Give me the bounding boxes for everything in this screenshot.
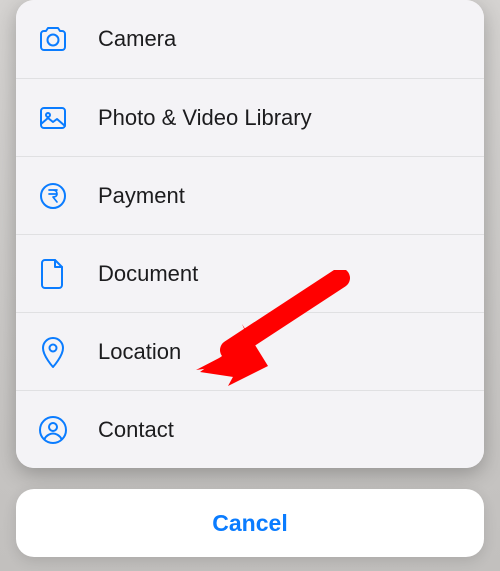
menu-item-label: Contact [98,417,174,443]
menu-item-payment[interactable]: Payment [16,156,484,234]
document-icon [36,257,70,291]
photo-icon [36,101,70,135]
menu-item-contact[interactable]: Contact [16,390,484,468]
menu-item-camera[interactable]: Camera [16,0,484,78]
location-icon [36,335,70,369]
menu-item-location[interactable]: Location [16,312,484,390]
menu-item-photo-video[interactable]: Photo & Video Library [16,78,484,156]
menu-item-label: Document [98,261,198,287]
menu-item-label: Location [98,339,181,365]
cancel-wrap: Cancel [16,489,484,557]
payment-icon [36,179,70,213]
action-sheet: Camera Photo & Video Library Payment [16,0,484,468]
menu-item-label: Camera [98,26,176,52]
camera-icon [36,22,70,56]
contact-icon [36,413,70,447]
menu-item-label: Photo & Video Library [98,105,312,131]
menu-item-document[interactable]: Document [16,234,484,312]
cancel-button[interactable]: Cancel [16,489,484,557]
menu-item-label: Payment [98,183,185,209]
